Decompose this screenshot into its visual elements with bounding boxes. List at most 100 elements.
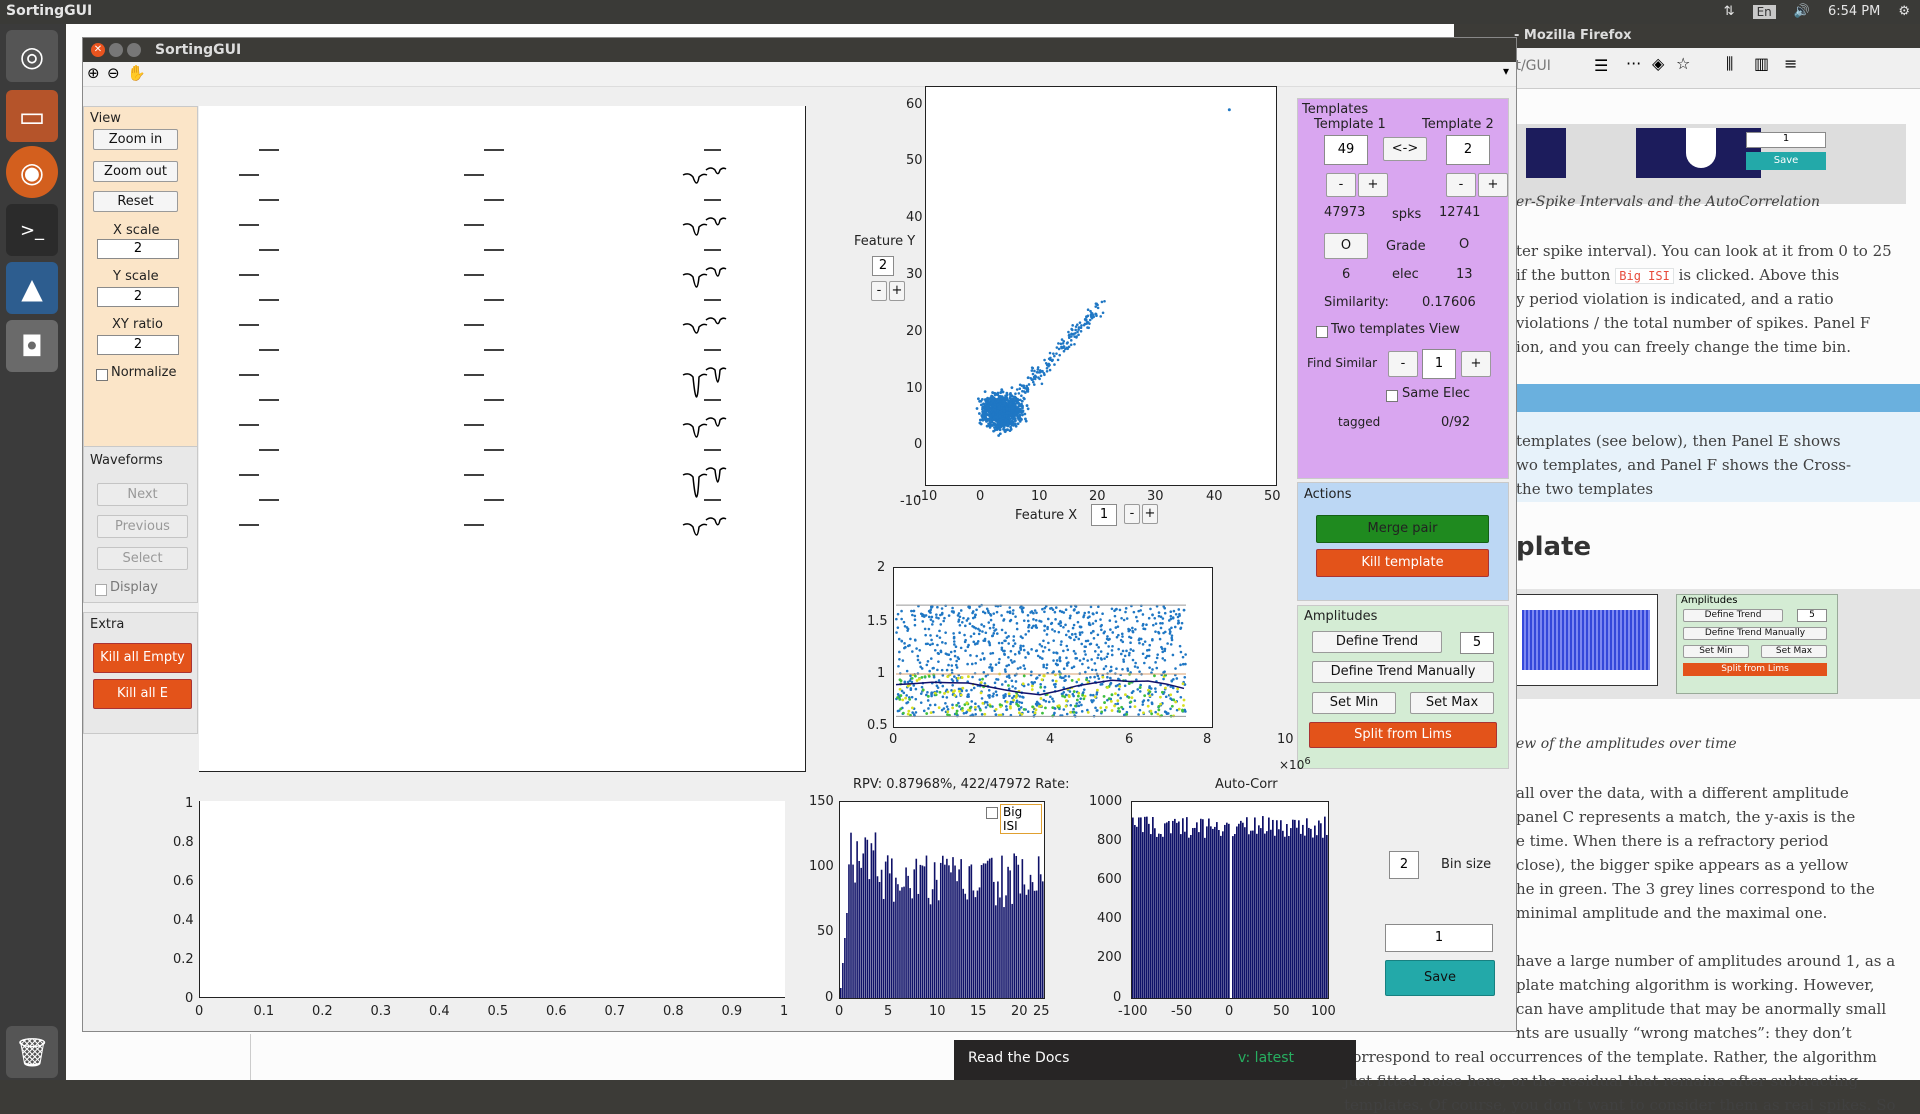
- amplitude-point: [1023, 667, 1027, 670]
- isi-bar: [968, 866, 971, 998]
- big-isi-control[interactable]: Big ISI: [985, 804, 1042, 834]
- autocorr-bar: [1296, 827, 1298, 998]
- save-button[interactable]: Save: [1385, 960, 1495, 996]
- amplitude-point: [983, 637, 987, 641]
- amplitude-point: [910, 676, 914, 680]
- template2-minus-button[interactable]: -: [1446, 173, 1476, 197]
- camera-icon[interactable]: ◘: [6, 320, 58, 372]
- feature-y-minus-button[interactable]: -: [871, 281, 887, 301]
- feature-scatter-plot[interactable]: [925, 86, 1277, 486]
- amplitude-point: [1120, 632, 1124, 636]
- isi-histogram[interactable]: Big ISI: [839, 801, 1045, 999]
- feature-y-plus-button[interactable]: +: [889, 281, 905, 301]
- previous-button[interactable]: Previous: [97, 515, 188, 538]
- kill-all-empty-button[interactable]: Kill all Empty: [93, 643, 192, 673]
- scatter-point: [1006, 419, 1009, 423]
- trend-value-field[interactable]: 5: [1460, 632, 1494, 654]
- display-checkbox[interactable]: [95, 584, 107, 596]
- amplitudes-time-plot[interactable]: [893, 567, 1213, 728]
- zoom-out-tool-icon[interactable]: ⊖: [107, 64, 120, 82]
- waveform-spike: [682, 423, 708, 438]
- next-button[interactable]: Next: [97, 483, 188, 506]
- amplitude-point: [1003, 668, 1007, 671]
- x-scale-field[interactable]: 2: [97, 239, 179, 259]
- pan-hand-icon[interactable]: ✋: [127, 64, 146, 82]
- menu-icon[interactable]: ≡: [1784, 54, 1797, 73]
- trash-icon[interactable]: 🗑: [6, 1026, 58, 1078]
- ubuntu-dash-icon[interactable]: ◎: [6, 30, 58, 82]
- xy-ratio-field[interactable]: 2: [97, 335, 179, 355]
- big-isi-checkbox[interactable]: [986, 807, 998, 819]
- clock[interactable]: 6:54 PM: [1828, 4, 1880, 19]
- bookmark-star-icon[interactable]: ☆: [1676, 54, 1690, 73]
- feature-x-plus-button[interactable]: +: [1142, 504, 1158, 524]
- set-min-button[interactable]: Set Min: [1312, 692, 1396, 714]
- reset-button[interactable]: Reset: [93, 191, 178, 212]
- keyboard-language[interactable]: En: [1752, 4, 1776, 19]
- template1-field[interactable]: 49: [1324, 135, 1368, 165]
- library-icon[interactable]: ⫼: [1726, 54, 1733, 74]
- kill-all-e-button[interactable]: Kill all E: [93, 679, 192, 709]
- amplitude-point: [1042, 689, 1046, 693]
- split-from-lims-button[interactable]: Split from Lims: [1309, 722, 1497, 748]
- minimize-icon[interactable]: [109, 43, 123, 57]
- feature-y-field[interactable]: 2: [872, 256, 894, 276]
- find-similar-minus-button[interactable]: -: [1388, 351, 1418, 377]
- amplitude-point: [1121, 635, 1124, 638]
- waveforms-plot[interactable]: [199, 106, 806, 772]
- terminal-icon[interactable]: >_: [6, 204, 58, 256]
- same-elec-checkbox[interactable]: [1386, 390, 1398, 402]
- define-trend-manually-button[interactable]: Define Trend Manually: [1312, 661, 1494, 683]
- merge-pair-button[interactable]: Merge pair: [1316, 515, 1489, 543]
- pocket-icon[interactable]: ◈: [1652, 54, 1664, 73]
- feature-x-field[interactable]: 1: [1091, 504, 1117, 526]
- normalize-checkbox[interactable]: [96, 369, 108, 381]
- select-button[interactable]: Select: [97, 547, 188, 570]
- find-similar-field[interactable]: 1: [1422, 349, 1456, 379]
- amplitude-point: [979, 681, 983, 684]
- reader-view-icon[interactable]: ☰: [1594, 56, 1608, 75]
- save-name-field[interactable]: 1: [1385, 924, 1493, 952]
- two-templates-view-checkbox[interactable]: [1316, 326, 1328, 338]
- amplitude-point: [899, 707, 903, 711]
- swap-templates-button[interactable]: <->: [1383, 137, 1427, 161]
- sidebar-icon[interactable]: ▥: [1754, 54, 1769, 73]
- toolbar-expand-icon[interactable]: ▾: [1503, 64, 1509, 78]
- autocorr-bar: [1192, 828, 1194, 998]
- template1-grade-button[interactable]: O: [1324, 233, 1368, 259]
- isi-bar: [933, 862, 936, 998]
- feature-x-minus-button[interactable]: -: [1124, 504, 1140, 524]
- template1-minus-button[interactable]: -: [1326, 173, 1356, 197]
- kill-template-button[interactable]: Kill template: [1316, 549, 1489, 577]
- close-icon[interactable]: ✕: [91, 43, 105, 57]
- template2-plus-button[interactable]: +: [1478, 173, 1508, 197]
- maximize-icon[interactable]: [127, 43, 141, 57]
- rtd-badge[interactable]: Read the Docs v: latest: [954, 1040, 1356, 1080]
- volume-icon[interactable]: 🔊: [1794, 4, 1810, 19]
- find-similar-plus-button[interactable]: +: [1461, 351, 1491, 377]
- set-max-button[interactable]: Set Max: [1410, 692, 1494, 714]
- amplitude-point: [1030, 610, 1034, 613]
- files-icon[interactable]: ▭: [6, 90, 58, 142]
- matlab-icon[interactable]: ▲: [6, 262, 58, 314]
- empty-plot[interactable]: [199, 801, 785, 998]
- amplitude-point: [1079, 625, 1082, 629]
- y-scale-field[interactable]: 2: [97, 287, 179, 307]
- network-icon[interactable]: ⇅: [1724, 4, 1735, 19]
- amplitude-point: [1068, 616, 1072, 620]
- firefox-icon[interactable]: ◉: [6, 146, 58, 198]
- zoom-in-button[interactable]: Zoom in: [93, 129, 178, 150]
- amplitude-point: [991, 651, 995, 655]
- amplitude-point: [1066, 648, 1070, 652]
- template1-plus-button[interactable]: +: [1358, 173, 1388, 197]
- zoom-in-tool-icon[interactable]: ⊕: [87, 64, 100, 82]
- more-icon[interactable]: ···: [1626, 54, 1641, 73]
- autocorr-histogram[interactable]: [1131, 801, 1329, 999]
- zoom-out-button[interactable]: Zoom out: [93, 161, 178, 182]
- amplitude-point: [1119, 652, 1123, 656]
- firefox-title: - Mozilla Firefox: [1514, 28, 1632, 43]
- settings-gear-icon[interactable]: ⚙: [1898, 4, 1910, 19]
- bin-size-field[interactable]: 2: [1389, 851, 1419, 879]
- template2-field[interactable]: 2: [1446, 135, 1490, 165]
- define-trend-button[interactable]: Define Trend: [1312, 631, 1442, 653]
